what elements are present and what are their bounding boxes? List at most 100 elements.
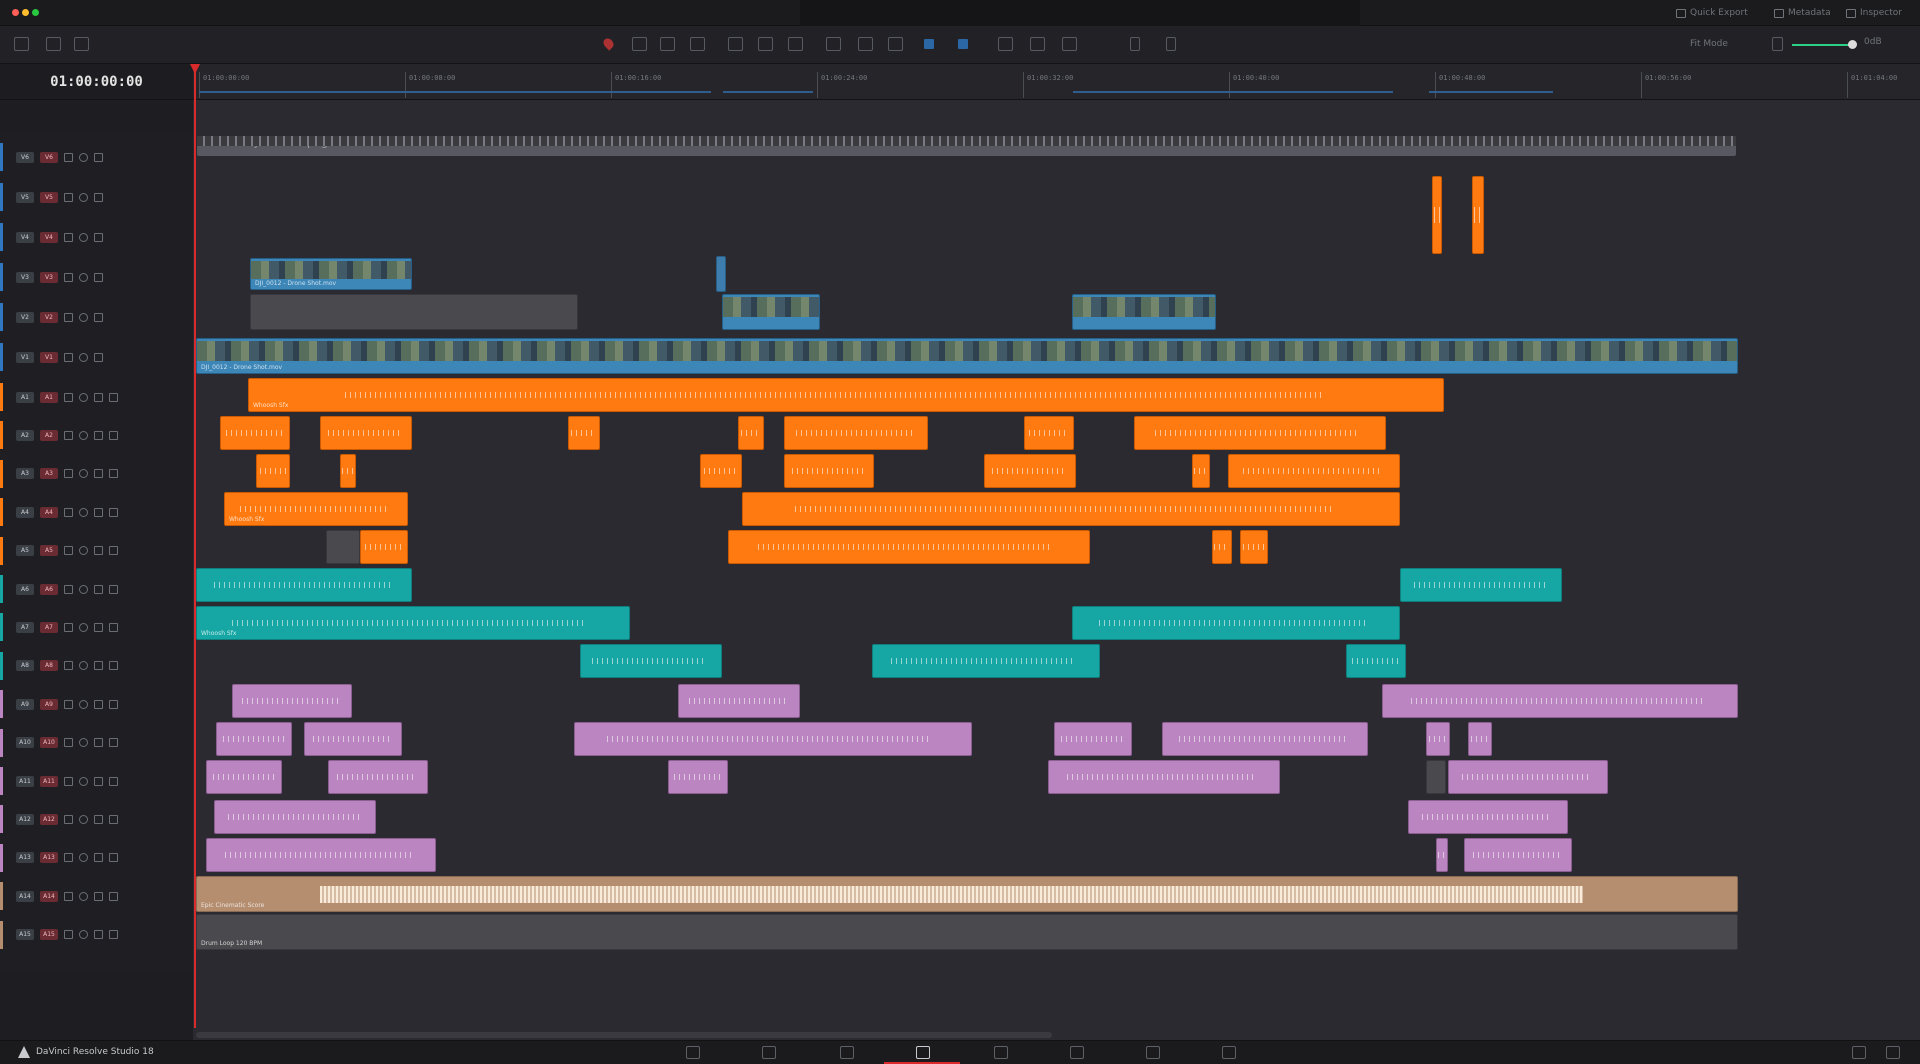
mute-icon[interactable]	[109, 853, 118, 863]
track-name-badge[interactable]: A6	[40, 583, 58, 595]
link-icon[interactable]	[888, 37, 903, 51]
orange-clip[interactable]	[340, 454, 356, 488]
track-name-badge[interactable]: A12	[40, 813, 58, 825]
solo-icon[interactable]	[94, 814, 103, 824]
solo-icon[interactable]	[94, 853, 103, 863]
track-name-badge[interactable]: A15	[40, 929, 58, 941]
inspector-button[interactable]: Inspector	[1846, 6, 1902, 20]
auto-select-icon[interactable]	[79, 312, 88, 322]
toggle-video-icon[interactable]	[94, 312, 103, 322]
audio-track-header[interactable]: A11 A11	[0, 764, 193, 798]
orange-clip[interactable]	[1192, 454, 1210, 488]
orange-clip[interactable]	[1228, 454, 1400, 488]
orange-clip[interactable]	[1134, 416, 1386, 450]
purple-clip[interactable]	[1426, 722, 1450, 756]
track-name-badge[interactable]: A1	[40, 391, 58, 403]
speaker-icon[interactable]	[1772, 37, 1783, 51]
marker-icon[interactable]	[601, 36, 616, 51]
orange-clip[interactable]	[984, 454, 1076, 488]
track-name-badge[interactable]: A8	[40, 660, 58, 672]
orange-clip[interactable]	[1024, 416, 1074, 450]
track-name-badge[interactable]: V5	[40, 191, 58, 203]
purple-clip[interactable]	[1162, 722, 1368, 756]
lock-icon[interactable]	[64, 814, 73, 824]
tan-clip[interactable]: Epic Cinematic Score	[196, 876, 1738, 912]
track-name-badge[interactable]: V3	[40, 271, 58, 283]
orange-clip[interactable]	[1472, 176, 1484, 254]
purple-clip[interactable]	[1048, 760, 1280, 794]
vid-clip[interactable]: DJI_0012 - Drone Shot.mov	[250, 258, 412, 290]
lock-icon[interactable]	[64, 699, 73, 709]
track-name-badge[interactable]: A4	[40, 506, 58, 518]
orange-clip[interactable]	[1432, 176, 1442, 254]
close-window-button[interactable]	[12, 9, 19, 16]
settings-icon[interactable]	[1886, 1046, 1900, 1059]
minimize-window-button[interactable]	[22, 9, 29, 16]
mute-icon[interactable]	[109, 814, 118, 824]
purple-clip[interactable]	[206, 838, 436, 872]
mute-icon[interactable]	[109, 622, 118, 632]
lock-icon[interactable]	[64, 930, 73, 940]
toggle-video-icon[interactable]	[94, 232, 103, 242]
orange-clip[interactable]	[360, 530, 408, 564]
video-track-header[interactable]: V2 V2	[0, 300, 193, 334]
lock-icon[interactable]	[64, 584, 73, 594]
blade-tool-icon[interactable]	[690, 37, 705, 51]
auto-select-icon[interactable]	[79, 776, 88, 786]
track-name-badge[interactable]: A3	[40, 468, 58, 480]
audio-track-header[interactable]: A2 A2	[0, 418, 193, 452]
vid-clip[interactable]: DJI_0012 - Drone Shot.mov	[196, 338, 1738, 374]
lock-icon[interactable]	[64, 352, 73, 362]
track-name-badge[interactable]: V6	[40, 151, 58, 163]
auto-select-icon[interactable]	[79, 622, 88, 632]
teal-clip[interactable]	[196, 568, 412, 602]
mute-icon[interactable]	[109, 891, 118, 901]
mute-icon[interactable]	[109, 930, 118, 940]
orange-clip[interactable]: Whoosh Sfx	[248, 378, 1444, 412]
mute-icon[interactable]	[109, 430, 118, 440]
solo-icon[interactable]	[94, 392, 103, 402]
track-name-badge[interactable]: A7	[40, 621, 58, 633]
timeline-options-icon[interactable]	[74, 37, 89, 51]
lock-icon[interactable]	[64, 192, 73, 202]
vid-clip[interactable]	[1072, 294, 1216, 330]
lock-icon[interactable]	[64, 891, 73, 901]
metadata-button[interactable]: Metadata	[1774, 6, 1831, 20]
video-track-header[interactable]: V3 V3	[0, 260, 193, 294]
timeline-area[interactable]: AP Text Adjustment.png DJI_0012 - Drone …	[193, 100, 1920, 1040]
trim-tool-icon[interactable]	[660, 37, 675, 51]
purple-clip[interactable]	[574, 722, 972, 756]
auto-select-icon[interactable]	[79, 814, 88, 824]
fusion-page-icon[interactable]	[994, 1046, 1008, 1059]
mute-icon[interactable]	[109, 776, 118, 786]
lock-icon[interactable]	[64, 232, 73, 242]
selection-tool-icon[interactable]	[632, 37, 647, 51]
track-options-icon[interactable]	[46, 37, 61, 51]
auto-select-icon[interactable]	[79, 930, 88, 940]
purple-clip[interactable]	[1408, 800, 1568, 834]
lock-icon[interactable]	[64, 661, 73, 671]
marker-color-icon[interactable]	[958, 39, 968, 49]
solo-icon[interactable]	[94, 699, 103, 709]
orange-clip[interactable]	[256, 454, 290, 488]
solo-icon[interactable]	[94, 891, 103, 901]
lock-icon[interactable]	[64, 738, 73, 748]
vid-clip[interactable]	[722, 294, 820, 330]
audio-track-header[interactable]: A8 A8	[0, 649, 193, 683]
track-name-badge[interactable]: A5	[40, 545, 58, 557]
solo-icon[interactable]	[94, 930, 103, 940]
orange-clip[interactable]	[1212, 530, 1232, 564]
audio-track-header[interactable]: A15 A15	[0, 918, 193, 952]
orange-clip[interactable]	[784, 416, 928, 450]
track-name-badge[interactable]: V4	[40, 231, 58, 243]
orange-clip[interactable]	[568, 416, 600, 450]
mute-icon[interactable]	[109, 584, 118, 594]
track-name-badge[interactable]: V1	[40, 351, 58, 363]
orange-clip[interactable]: Whoosh Sfx	[224, 492, 408, 526]
toggle-video-icon[interactable]	[94, 272, 103, 282]
quick-export-button[interactable]: Quick Export	[1676, 6, 1748, 20]
orange-clip[interactable]	[1240, 530, 1268, 564]
solo-icon[interactable]	[94, 738, 103, 748]
track-name-badge[interactable]: A10	[40, 737, 58, 749]
auto-select-icon[interactable]	[79, 891, 88, 901]
